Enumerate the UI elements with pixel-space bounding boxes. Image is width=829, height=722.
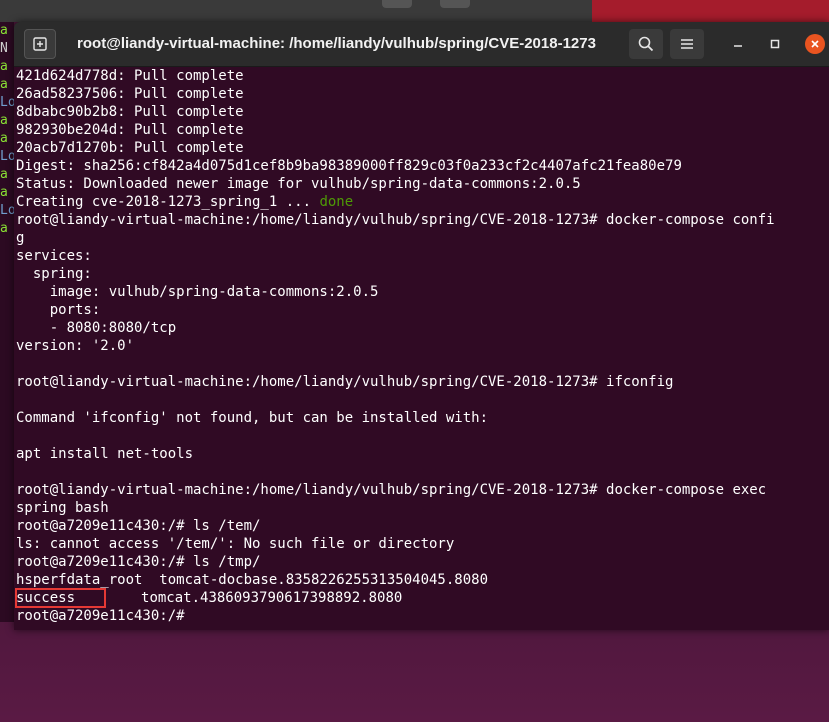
- terminal-line: root@a7209e11c430:/# ls /tem/: [16, 518, 261, 534]
- terminal-line: g: [16, 230, 25, 246]
- background-terminal-fragment: a: [0, 167, 8, 182]
- menu-button[interactable]: [670, 29, 704, 59]
- background-terminal-fragment: a: [0, 185, 8, 200]
- maximize-icon: [770, 39, 780, 49]
- terminal-line: 982930be204d: Pull complete: [16, 122, 244, 138]
- background-terminal-fragment: Lo: [0, 149, 14, 164]
- terminal-line: - 8080:8080/tcp: [16, 320, 177, 336]
- highlighted-success-file: success: [14, 588, 107, 608]
- window-title: root@liandy-virtual-machine: /home/liand…: [77, 35, 596, 52]
- background-terminal-fragment: a: [0, 23, 8, 38]
- terminal-line: hsperfdata_root tomcat-docbase.835822625…: [16, 572, 489, 588]
- terminal-output[interactable]: 421d624d778d: Pull complete 26ad58237506…: [14, 67, 829, 630]
- maximize-button[interactable]: [765, 34, 785, 54]
- tmp-listing-rest: tomcat.4386093790617398892.8080: [141, 590, 403, 606]
- background-terminal-fragment: a: [0, 77, 8, 92]
- terminal-line: image: vulhub/spring-data-commons:2.0.5: [16, 284, 379, 300]
- creating-text: Creating cve-2018-1273_spring_1 ...: [16, 194, 320, 210]
- terminal-line: apt install net-tools: [16, 446, 194, 462]
- terminal-line: root@liandy-virtual-machine:/home/liandy…: [16, 374, 674, 390]
- close-icon: [811, 40, 819, 48]
- terminal-line: root@liandy-virtual-machine:/home/liandy…: [16, 482, 767, 498]
- background-terminal-fragment: N: [0, 41, 8, 56]
- terminal-line: ports:: [16, 302, 101, 318]
- terminal-line: version: '2.0': [16, 338, 135, 354]
- terminal-line: spring:: [16, 266, 92, 282]
- done-status: done: [319, 194, 354, 210]
- minimize-button[interactable]: [728, 34, 748, 54]
- terminal-line-tmp-listing: success tomcat.4386093790617398892.8080: [14, 588, 829, 608]
- close-button[interactable]: [805, 34, 825, 54]
- terminal-line: Digest: sha256:cf842a4d075d1cef8b9ba9838…: [16, 158, 682, 174]
- terminal-line: services:: [16, 248, 92, 264]
- terminal-line: root@liandy-virtual-machine:/home/liandy…: [16, 212, 775, 228]
- terminal-line: 421d624d778d: Pull complete: [16, 68, 244, 84]
- search-button[interactable]: [629, 29, 663, 59]
- terminal-line: root@a7209e11c430:/# ls /tmp/: [16, 554, 261, 570]
- terminal-window: root@liandy-virtual-machine: /home/liand…: [14, 22, 829, 630]
- background-terminal-fragment: a: [0, 221, 8, 236]
- search-icon: [638, 36, 654, 52]
- terminal-line: 8dbabc90b2b8: Pull complete: [16, 104, 244, 120]
- terminal-line: Status: Downloaded newer image for vulhu…: [16, 176, 581, 192]
- background-terminal: a Na a Lo a a Lo a a Lo a: [0, 22, 14, 622]
- terminal-line: Command 'ifconfig' not found, but can be…: [16, 410, 489, 426]
- background-terminal-fragment: a: [0, 113, 8, 128]
- terminal-line-creating: Creating cve-2018-1273_spring_1 ... done: [16, 193, 829, 211]
- background-terminal-fragment: Lo: [0, 203, 14, 218]
- titlebar: root@liandy-virtual-machine: /home/liand…: [14, 22, 829, 67]
- background-window-button: [382, 0, 412, 8]
- hamburger-menu-icon: [681, 39, 693, 49]
- background-terminal-fragment: Lo: [0, 95, 14, 110]
- background-window-button: [440, 0, 470, 8]
- terminal-line: 26ad58237506: Pull complete: [16, 86, 244, 102]
- background-window-red-area: [592, 0, 829, 22]
- background-window-topbar: [0, 0, 829, 22]
- terminal-line: 20acb7d1270b: Pull complete: [16, 140, 244, 156]
- terminal-line: spring bash: [16, 500, 109, 516]
- terminal-prompt: root@a7209e11c430:/#: [16, 608, 185, 624]
- background-terminal-fragment: a: [0, 59, 8, 74]
- minimize-icon: [734, 45, 742, 47]
- terminal-line: ls: cannot access '/tem/': No such file …: [16, 536, 455, 552]
- background-terminal-fragment: a: [0, 131, 8, 146]
